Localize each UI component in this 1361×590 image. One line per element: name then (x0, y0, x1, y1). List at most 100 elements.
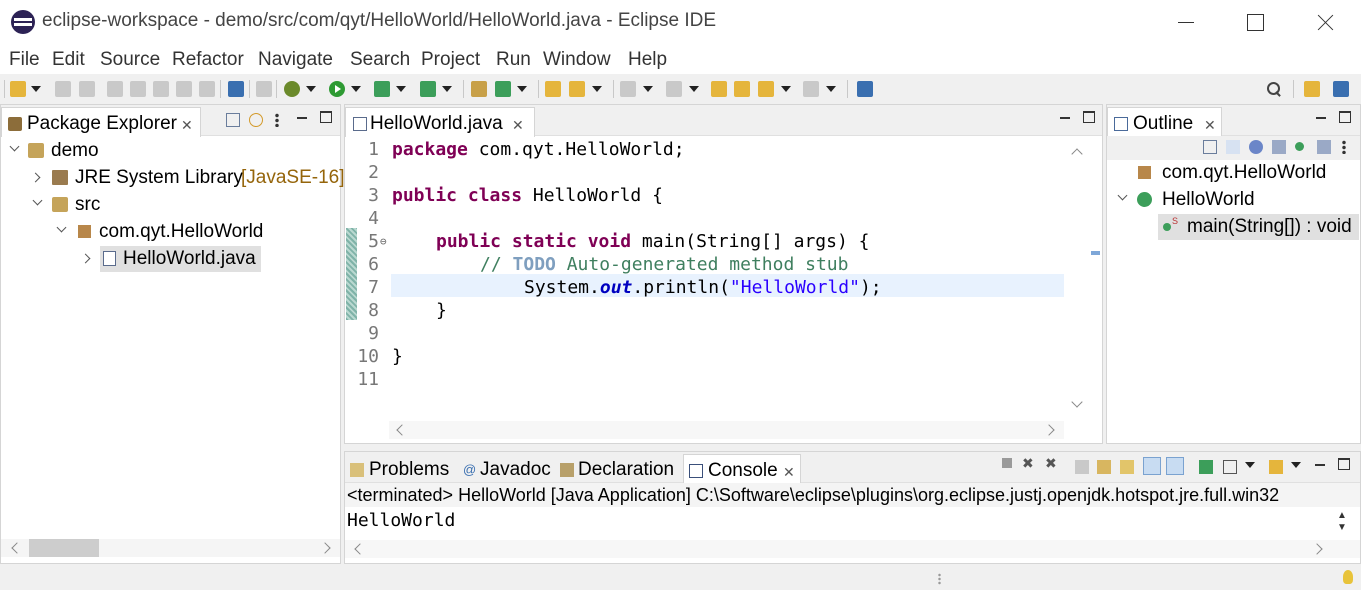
scroll-right-icon[interactable] (1311, 543, 1323, 555)
hide-fields-icon[interactable] (1249, 140, 1263, 154)
outline-item-class[interactable]: HelloWorld (1107, 187, 1360, 213)
close-icon[interactable]: ✕ (1204, 117, 1216, 134)
tab-declaration[interactable]: Declaration (557, 454, 683, 484)
menu-window[interactable]: Window (543, 49, 611, 71)
save-all-icon[interactable] (79, 81, 95, 97)
sort-icon[interactable] (1226, 140, 1240, 154)
forward-icon[interactable] (803, 81, 819, 97)
code-line-3[interactable]: public class HelloWorld { (392, 185, 663, 206)
forward-edit-icon[interactable] (734, 81, 750, 97)
scroll-right-icon[interactable] (1043, 424, 1055, 436)
clear-console-icon[interactable] (1075, 460, 1089, 474)
coverage-icon[interactable] (374, 81, 390, 97)
search-dropdown-icon[interactable] (592, 86, 602, 92)
minimize-view-icon[interactable] (1316, 111, 1326, 121)
menu-source[interactable]: Source (100, 49, 160, 71)
hide-local-types-icon[interactable] (1317, 140, 1331, 154)
previous-annotation-dropdown-icon[interactable] (689, 86, 699, 92)
external-tools-dropdown-icon[interactable] (442, 86, 452, 92)
coverage-dropdown-icon[interactable] (396, 86, 406, 92)
save-icon[interactable] (55, 81, 71, 97)
collapse-all-icon[interactable] (1203, 140, 1217, 154)
tab-helloworld-java[interactable]: HelloWorld.java ✕ (345, 107, 535, 137)
scroll-right-icon[interactable] (319, 542, 331, 554)
scroll-left-icon[interactable] (354, 543, 366, 555)
toggle-mark-icon[interactable] (153, 81, 169, 97)
terminate-icon[interactable] (1002, 458, 1012, 468)
collapse-all-icon[interactable] (226, 113, 240, 127)
scroll-updown-icon[interactable]: ▲ ▼ (1337, 510, 1347, 534)
hide-static-icon[interactable] (1272, 140, 1286, 154)
run-dropdown-icon[interactable] (351, 86, 361, 92)
menu-help[interactable]: Help (628, 49, 667, 71)
menu-refactor[interactable]: Refactor (172, 49, 244, 71)
tab-javadoc[interactable]: @ Javadoc (459, 454, 555, 484)
scroll-thumb[interactable] (29, 539, 99, 557)
terminal-icon[interactable] (228, 81, 244, 97)
next-annotation-icon[interactable] (620, 81, 636, 97)
display-console-icon[interactable] (1223, 460, 1237, 474)
tree-item-src[interactable]: src (1, 192, 340, 218)
scroll-left-icon[interactable] (11, 542, 23, 554)
link-with-editor-icon[interactable] (249, 113, 263, 127)
chevron-down-icon[interactable] (1117, 190, 1128, 201)
maximize-view-icon[interactable] (1083, 111, 1095, 123)
outline-item-method[interactable]: S main(String[]) : void (1158, 214, 1359, 240)
last-edit-icon[interactable] (711, 81, 727, 97)
edit-icon[interactable] (130, 81, 146, 97)
console-horizontal-scrollbar[interactable] (345, 540, 1360, 558)
close-icon[interactable]: ✕ (783, 464, 795, 481)
search-icon[interactable] (1266, 81, 1282, 97)
horizontal-scrollbar[interactable] (1, 539, 340, 557)
open-type-icon[interactable] (545, 81, 561, 97)
block-icon[interactable] (176, 81, 192, 97)
show-on-stderr-icon[interactable] (1166, 457, 1184, 475)
scroll-down-icon[interactable] (1071, 396, 1083, 408)
maximize-view-icon[interactable] (320, 111, 332, 123)
open-console-icon[interactable] (1269, 460, 1283, 474)
remove-all-launches-icon[interactable]: ✖ (1045, 455, 1059, 471)
skip-breakpoints-icon[interactable] (256, 81, 272, 97)
chevron-down-icon[interactable] (56, 222, 67, 233)
back-icon[interactable] (758, 81, 774, 97)
menu-edit[interactable]: Edit (52, 49, 85, 71)
scroll-up-icon[interactable] (1071, 148, 1083, 160)
tab-problems[interactable]: Problems (345, 454, 455, 484)
java-perspective-icon[interactable] (1333, 81, 1349, 97)
chevron-right-icon[interactable] (80, 253, 91, 264)
remove-launch-icon[interactable]: ✖ (1022, 455, 1036, 471)
scroll-left-icon[interactable] (396, 424, 408, 436)
open-console-dropdown-icon[interactable] (1291, 462, 1301, 468)
search-tool-icon[interactable] (569, 81, 585, 97)
whitespace-icon[interactable] (199, 81, 215, 97)
lightbulb-icon[interactable] (1343, 570, 1353, 584)
code-line-8[interactable]: } (436, 300, 447, 321)
forward-dropdown-icon[interactable] (826, 86, 836, 92)
code-line-7[interactable]: System.out.println("HelloWorld"); (524, 277, 882, 298)
tree-item-demo[interactable]: demo (1, 138, 340, 164)
maximize-view-icon[interactable] (1338, 458, 1350, 470)
view-menu-icon[interactable] (1342, 140, 1346, 154)
console-output[interactable]: HelloWorld (347, 510, 455, 531)
code-line-1[interactable]: package com.qyt.HelloWorld; (392, 139, 685, 160)
tab-console[interactable]: Console ✕ (683, 454, 801, 484)
new-dropdown-icon[interactable] (31, 86, 41, 92)
tree-item-package[interactable]: com.qyt.HelloWorld (1, 219, 340, 245)
pin-editor-icon[interactable] (857, 81, 873, 97)
maximize-button[interactable] (1232, 6, 1278, 38)
menu-search[interactable]: Search (350, 49, 410, 71)
tree-item-helloworld-java[interactable]: HelloWorld.java (80, 246, 261, 272)
menu-file[interactable]: File (9, 49, 40, 71)
hide-non-public-icon[interactable] (1295, 142, 1304, 151)
pin-console-icon[interactable] (1199, 460, 1213, 474)
menu-run[interactable]: Run (496, 49, 531, 71)
back-dropdown-icon[interactable] (781, 86, 791, 92)
editor-horizontal-scrollbar[interactable] (389, 421, 1064, 439)
next-annotation-dropdown-icon[interactable] (643, 86, 653, 92)
tab-outline[interactable]: Outline ✕ (1107, 107, 1222, 137)
code-line-5[interactable]: public static void main(String[] args) { (436, 231, 870, 252)
minimize-view-icon[interactable] (297, 111, 307, 121)
open-perspective-icon[interactable] (1304, 81, 1320, 97)
run-icon[interactable] (329, 81, 345, 97)
new-java-class-icon[interactable] (495, 81, 511, 97)
